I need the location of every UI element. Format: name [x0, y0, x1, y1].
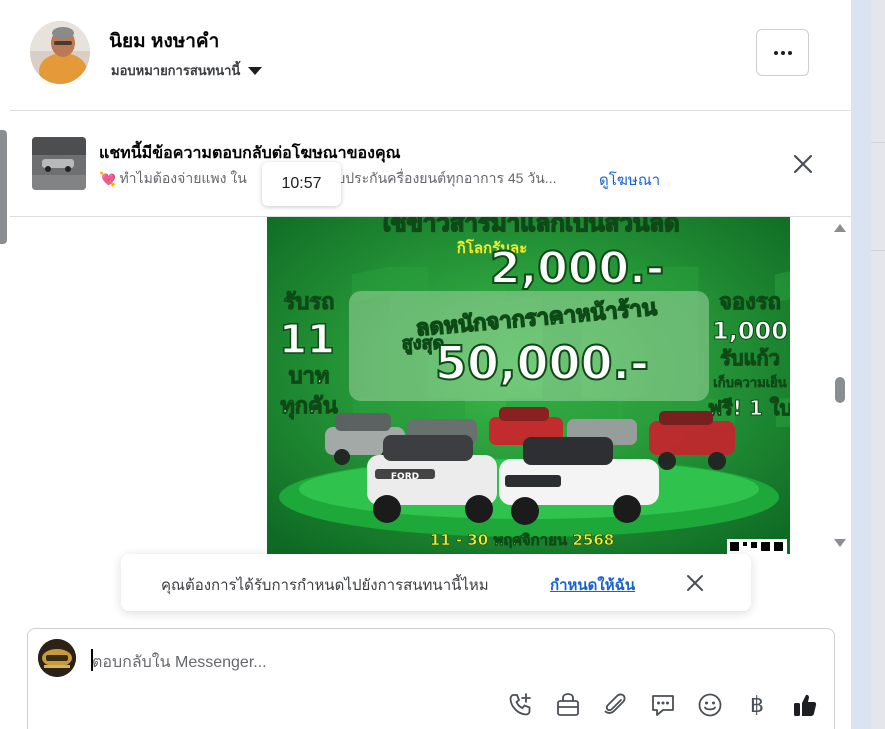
ad-subtitle-left: ทำไมต้องจ่ายแพง ใน: [119, 170, 247, 186]
timestamp-tooltip: 10:57: [262, 162, 341, 206]
ad-right-line2: 1,000: [712, 317, 788, 345]
phone-plus-icon[interactable]: [504, 689, 536, 721]
messenger-inbox-chat: นิยม หงษาคำ มอบหมายการสนทนานี้ แชทนี้มีข…: [0, 0, 885, 729]
composer-toolbar: ฿: [28, 689, 836, 725]
assign-question: คุณต้องการได้รับการกำหนดไปยังการสนทนานี้…: [161, 577, 489, 594]
heart-icon: 💘: [99, 170, 117, 187]
ad-image-message[interactable]: 11 11 ใช้ข้าวสารมาแลกเป็นส่วนลด กิโลกรัม…: [267, 217, 790, 554]
emoji-icon[interactable]: [694, 689, 726, 721]
left-edge: [0, 0, 10, 729]
close-prompt-icon[interactable]: [685, 573, 705, 593]
ad-reply-banner: แชทนี้มีข้อความตอบกลับต่อโฆษณาของคุณ 💘 ท…: [10, 111, 851, 217]
contact-name[interactable]: นิยม หงษาคำ: [109, 26, 219, 56]
view-ad-link[interactable]: ดูโฆษณา: [599, 168, 660, 192]
scroll-up-arrow-icon[interactable]: [834, 224, 846, 232]
ad-banner-title: แชทนี้มีข้อความตอบกลับต่อโฆษณาของคุณ: [99, 145, 401, 162]
ad-right-line3: รับแก้ว: [720, 346, 780, 370]
ad-dates: 11 - 30 พฤศจิกายน 2568: [430, 531, 614, 549]
chat-header: นิยม หงษาคำ มอบหมายการสนทนานี้: [10, 0, 851, 111]
ad-thumbnail[interactable]: [32, 137, 86, 190]
page-background: [851, 0, 885, 729]
assign-to-me-link[interactable]: กำหนดให้ฉัน: [550, 573, 635, 597]
left-scrollbar[interactable]: [0, 130, 7, 244]
ad-left-line2: 11: [279, 317, 335, 363]
thumbs-up-icon[interactable]: [789, 689, 821, 721]
ad-left-line3: บาท: [289, 364, 330, 389]
ad-brand-plate: FORD: [391, 472, 419, 482]
paperclip-icon[interactable]: [599, 689, 631, 721]
ad-right-line1: จองรถ: [719, 290, 781, 315]
close-banner-icon[interactable]: [792, 153, 814, 175]
shopping-bag-icon[interactable]: [552, 689, 584, 721]
reply-composer[interactable]: ตอบกลับใน Messenger... ฿: [27, 628, 835, 729]
qr-code-icon: [727, 539, 787, 554]
ad-left-line4: ทุกคัน: [280, 394, 338, 420]
assign-label: มอบหมายการสนทนานี้: [111, 63, 241, 78]
caret-down-icon: [248, 66, 263, 75]
saved-reply-icon[interactable]: [647, 689, 679, 721]
thread-scrollbar-thumb[interactable]: [835, 377, 845, 403]
contact-avatar[interactable]: [30, 21, 90, 84]
ad-subtitle-right: รับประกันครื่องยนต์ทุกอาการ 45 วัน...: [328, 170, 557, 186]
ad-left-line1: รับรถ: [284, 290, 335, 315]
more-dot-icon: [773, 50, 778, 55]
ad-discount-amount: 50,000.-: [435, 336, 649, 390]
page-avatar: [38, 639, 76, 677]
baht-icon[interactable]: ฿: [741, 689, 773, 721]
ad-kg-price: 2,000.-: [490, 243, 664, 294]
reply-input[interactable]: ตอบกลับใน Messenger...: [92, 650, 267, 675]
ad-top-banner: ใช้ข้าวสารมาแลกเป็นส่วนลด: [378, 217, 679, 237]
assign-conversation-dropdown[interactable]: มอบหมายการสนทนานี้: [111, 60, 263, 81]
more-options-button[interactable]: [756, 29, 809, 76]
assign-to-me-prompt: คุณต้องการได้รับการกำหนดไปยังการสนทนานี้…: [121, 554, 751, 611]
scroll-down-arrow-icon[interactable]: [834, 539, 846, 547]
ad-right-line4: เก็บความเย็น: [713, 373, 786, 391]
ad-right-line5: ฟรี! 1 ใบ: [708, 396, 790, 420]
